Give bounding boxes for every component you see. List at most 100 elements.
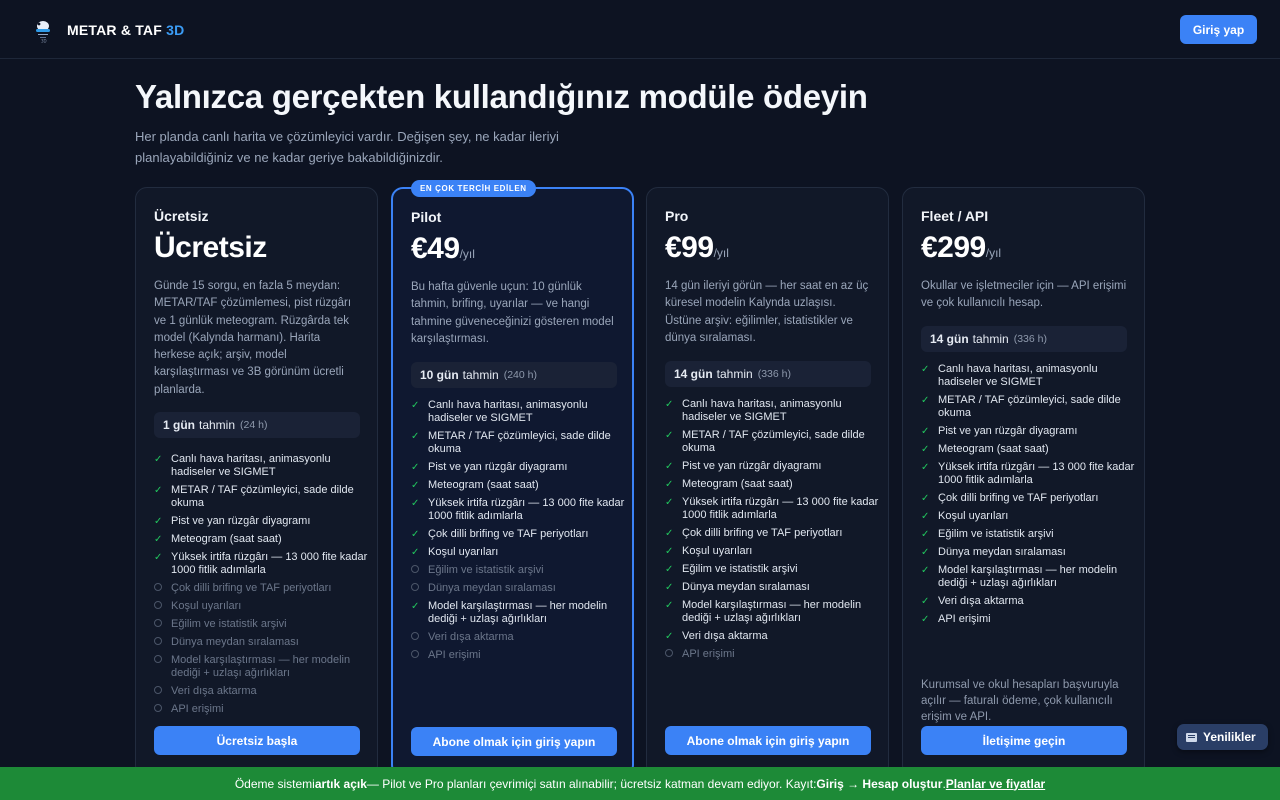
plan-price: €299/yıl [921,231,1001,265]
plan-name: Ücretsiz [154,208,209,224]
empty-circle-icon [154,636,162,645]
plan-description: Okullar ve işletmeciler için — API erişi… [921,280,1127,310]
empty-circle-icon [665,648,673,657]
news-button[interactable]: Yenilikler [1177,724,1268,750]
feature-item: ✓ Model karşılaştırması — her modelin ded… [921,564,1137,590]
check-icon: ✓ [411,431,420,443]
plan-card: Pro €99/yıl 14 gün ileriyi görün — her saa… [646,187,889,777]
plan-note: Kurumsal ve okul hesapları başvuruyla aç… [921,679,1119,723]
feature-item: ✓ Yüksek irtifa rüzgârı — 13 000 fite kad… [154,551,370,577]
feature-text: API erişimi [938,612,991,625]
feature-text: Veri dışa aktarma [938,594,1024,607]
login-button[interactable]: Giriş yap [1180,15,1257,44]
check-icon: ✓ [665,563,674,575]
check-icon: ✓ [154,516,163,528]
logo-icon[interactable]: 3D [32,17,54,43]
feature-text: Pist ve yan rüzgâr diyagramı [171,515,311,528]
forecast-hours: (336 h) [1013,333,1047,345]
feature-text: Model karşılaştırması — her modelin dedi… [171,653,351,679]
plan-cta-button[interactable]: Ücretsiz başla [154,726,360,755]
check-icon: ✓ [665,545,674,557]
feature-item: ✓ Meteogram (saat saat) [154,533,370,546]
check-icon: ✓ [665,461,674,473]
check-icon: ✓ [921,613,930,625]
announcement-text-2: — Pilot ve Pro planları çevrimiçi satın … [366,776,817,791]
empty-circle-icon [154,703,162,712]
announcement-bar: Ödeme sistemi artık açık — Pilot ve Pro … [0,767,1280,800]
plan-card: Ücretsiz Ücretsiz Günde 15 sorgu, en fazla… [135,187,378,777]
check-icon: ✓ [921,461,930,473]
feature-text: API erişimi [428,648,481,661]
feature-text: Eğilim ve istatistik arşivi [428,563,544,576]
plan-cta-button[interactable]: İletişime geçin [921,726,1127,755]
feature-text: Canlı hava haritası, animasyonlu hadisel… [171,453,331,479]
brand-title[interactable]: METAR & TAF 3D [67,22,184,38]
plan-cta-button[interactable]: Abone olmak için giriş yapın [665,726,871,755]
empty-circle-icon [154,685,162,694]
plan-price: €49/yıl [411,232,475,266]
forecast-word: tahmin [199,418,236,432]
check-icon: ✓ [921,595,930,607]
feature-text: API erişimi [171,702,224,715]
check-icon: ✓ [411,546,420,558]
feature-text: Yüksek irtifa rüzgârı — 13 000 fite kada… [938,460,1135,487]
feature-text: Koşul uyarıları [938,509,1009,522]
popular-badge: EN ÇOK TERCİH EDİLEN [411,180,536,197]
check-icon: ✓ [411,480,420,492]
feature-item: ✓ METAR / TAF çözümleyici, sade dilde oku… [154,484,370,510]
feature-text: Dünya meydan sıralaması [682,580,810,593]
plan-name: Fleet / API [921,208,989,224]
price-amount: Ücretsiz [154,231,267,264]
feature-item: ✓ Veri dışa aktarma [921,595,1137,608]
feature-text: Veri dışa aktarma [682,629,768,642]
feature-text: Model karşılaştırması — her modelin dedi… [682,598,862,624]
feature-item: ✓ Yüksek irtifa rüzgârı — 13 000 fite kad… [921,461,1137,487]
feature-item: ✓ Eğilim ve istatistik arşivi [665,563,881,576]
feature-item: ✓ Pist ve yan rüzgâr diyagramı [921,425,1137,438]
forecast-word: tahmin [462,368,499,382]
check-icon: ✓ [921,564,930,576]
feature-text: METAR / TAF çözümleyici, sade dilde okum… [938,394,1121,420]
empty-circle-icon [411,631,419,640]
feature-text: Çok dilli brifing ve TAF periyotları [682,527,843,540]
empty-circle-icon [154,600,162,609]
feature-item: API erişimi [154,703,370,716]
check-icon: ✓ [665,528,674,540]
feature-text: Meteogram (saat saat) [682,478,793,491]
feature-item: ✓ Çok dilli brifing ve TAF periyotları [921,492,1137,505]
feature-text: Yüksek irtifa rüzgârı — 13 000 fite kada… [428,496,625,523]
feature-text: Dünya meydan sıralaması [428,581,556,594]
feature-item: Koşul uyarıları [154,600,370,613]
feature-item: ✓ Pist ve yan rüzgâr diyagramı [411,461,627,474]
feature-text: Meteogram (saat saat) [171,533,282,546]
feature-item: ✓ Çok dilli brifing ve TAF periyotları [665,527,881,540]
check-icon: ✓ [665,581,674,593]
check-icon: ✓ [154,485,163,497]
feature-item: ✓ METAR / TAF çözümleyici, sade dilde oku… [921,394,1137,420]
feature-item: Dünya meydan sıralaması [154,636,370,649]
feature-text: Pist ve yan rüzgâr diyagramı [938,425,1078,438]
plan-cta-button[interactable]: Abone olmak için giriş yapın [411,727,617,756]
feature-list: ✓ Canlı hava haritası, animasyonlu hadise… [665,398,881,666]
check-icon: ✓ [411,529,420,541]
feature-item: Eğilim ve istatistik arşivi [154,618,370,631]
forecast-days: 10 gün [420,368,459,382]
feature-item: ✓ Eğilim ve istatistik arşivi [921,528,1137,541]
feature-item: ✓ Meteogram (saat saat) [665,478,881,491]
feature-text: Pist ve yan rüzgâr diyagramı [682,460,822,473]
plans-pricing-link[interactable]: Planlar ve fiyatlar [946,777,1045,791]
check-icon: ✓ [921,364,930,375]
forecast-range: 10 gün tahmin (240 h) [411,362,617,388]
plan-description: Günde 15 sorgu, en fazla 5 meydan: METAR… [154,280,352,396]
feature-item: Model karşılaştırması — her modelin dedi… [154,654,370,680]
top-header: 3D METAR & TAF 3D Giriş yap [0,0,1280,59]
check-icon: ✓ [665,630,674,642]
feature-item: ✓ Canlı hava haritası, animasyonlu hadise… [154,453,370,479]
empty-circle-icon [411,649,419,658]
feature-text: Koşul uyarıları [428,545,499,558]
announcement-text-1: Ödeme sistemi [234,776,315,791]
forecast-hours: (240 h) [503,369,537,381]
news-button-label: Yenilikler [1203,730,1256,744]
plan-name: Pro [665,208,689,224]
feature-item: ✓ Meteogram (saat saat) [411,479,627,492]
